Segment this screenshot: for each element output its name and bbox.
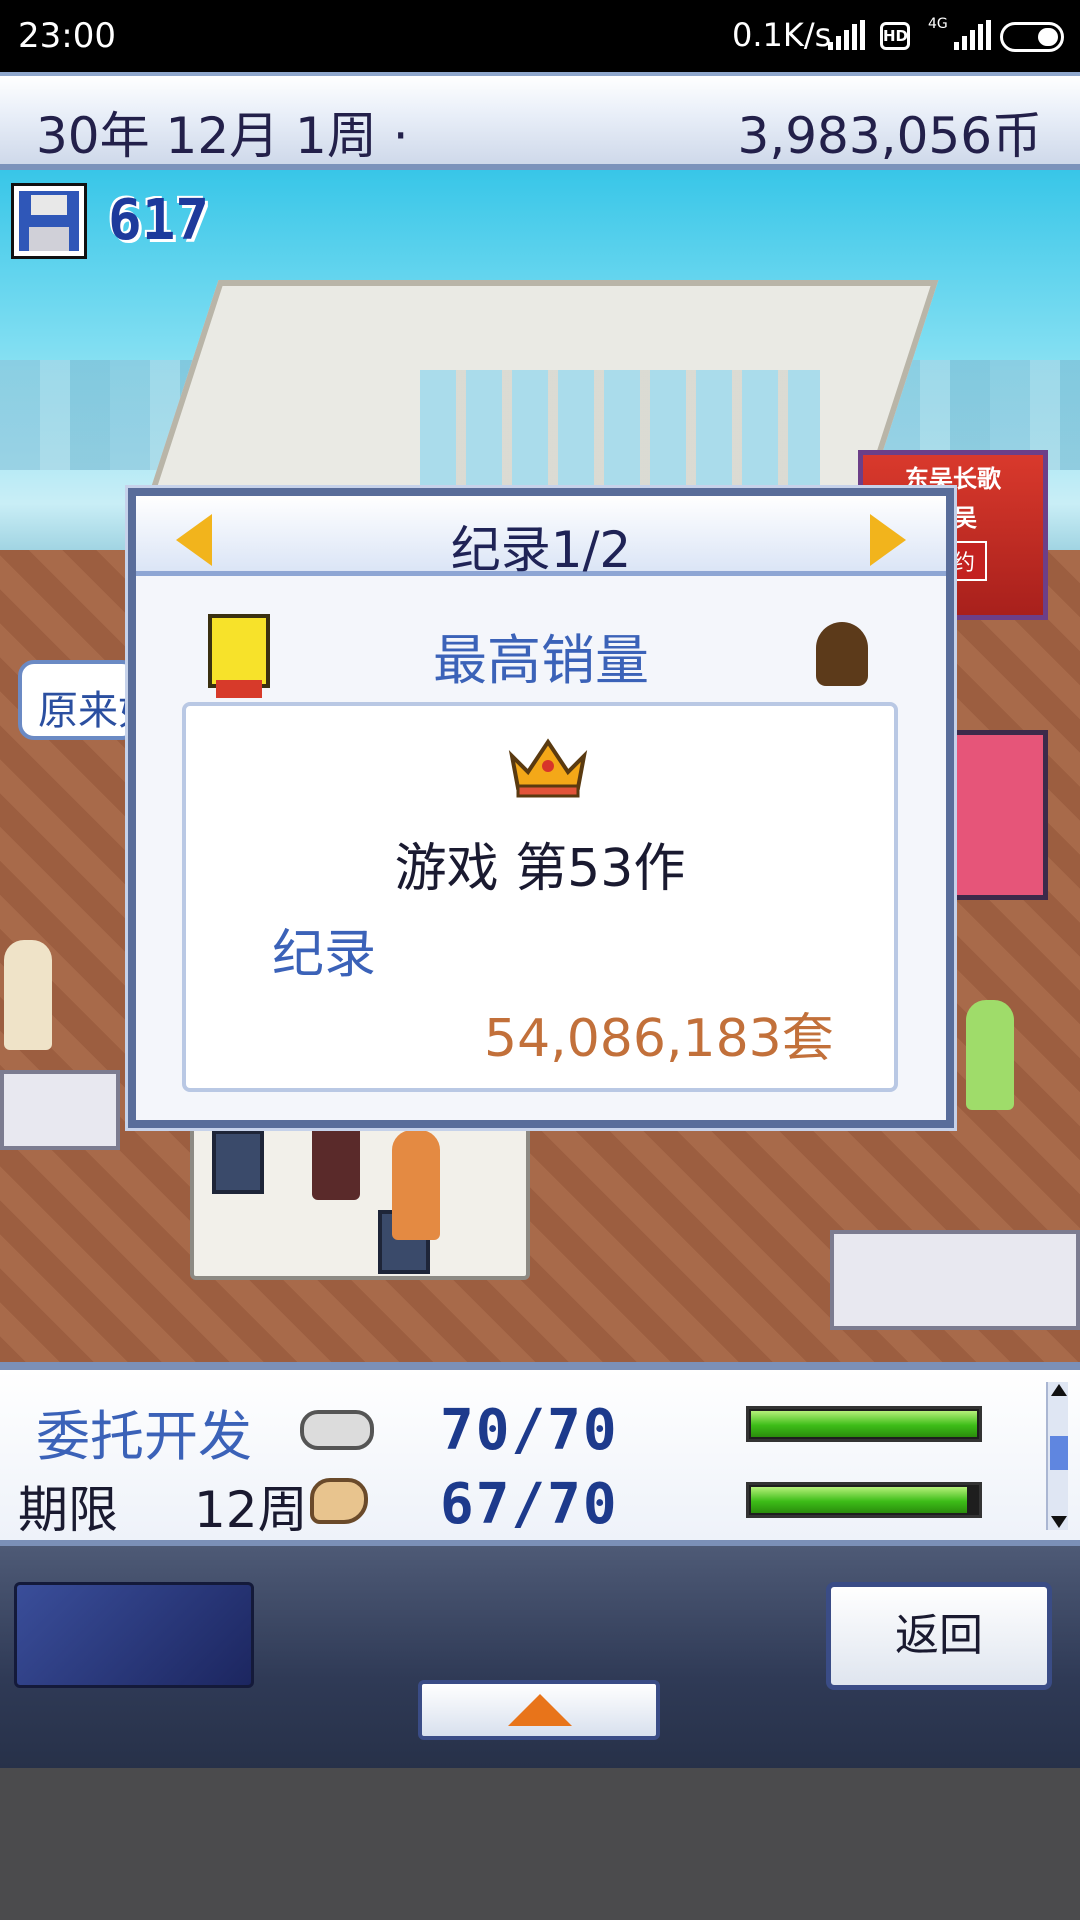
monitor [212, 1130, 264, 1194]
fun-progress-bar [746, 1406, 982, 1442]
record-card: 游戏 第53作 纪录 54,086,183套 [182, 702, 898, 1092]
shelf [830, 1230, 1080, 1330]
clock: 23:00 [18, 16, 116, 56]
visitor-character[interactable] [4, 940, 52, 1050]
game-name: 游戏 第53作 [394, 839, 686, 899]
record-value: 54,086,183套 [484, 1009, 834, 1069]
speech-bubble: 原来如 [18, 660, 138, 740]
money-counter: 3,983,056币 [737, 107, 1042, 165]
dialog-title-bar: 纪录1/2 [136, 496, 946, 579]
wall-poster [948, 730, 1048, 900]
project-name: 委托开发 [36, 1405, 252, 1468]
staff-character[interactable] [392, 1130, 440, 1240]
status-bar: 23:00 0.1K/s HD 4G [0, 0, 1080, 72]
save-count: 617 [108, 188, 210, 253]
hd-badge: HD [880, 22, 910, 50]
dialog-title: 纪录1/2 [450, 521, 632, 579]
bottom-controls: 返回 [0, 1546, 1080, 1768]
network-speed: 0.1K/s [732, 16, 832, 54]
record-label: 纪录 [272, 925, 377, 985]
game-date: 30年 12月 1周 · [36, 107, 409, 165]
graphics-progress-fill [751, 1487, 968, 1513]
fun-progress-fill [751, 1411, 977, 1437]
scroll-down-icon[interactable] [1051, 1516, 1067, 1528]
record-dialog: 纪录1/2 最高销量 游戏 第53作 纪录 54,086,183套 [125, 485, 957, 1131]
deadline-label: 期限 [18, 1481, 118, 1539]
monkey-character-icon [816, 622, 868, 686]
project-panel[interactable]: 委托开发 期限 12周 70/70 67/70 [0, 1362, 1080, 1546]
expand-up-button[interactable] [418, 1680, 660, 1740]
network-type: 4G [928, 16, 948, 32]
visitor-character[interactable] [966, 1000, 1014, 1110]
save-disk-icon [11, 183, 87, 259]
paint-palette-icon [310, 1478, 368, 1524]
back-button[interactable]: 返回 [826, 1582, 1052, 1690]
scroll-thumb[interactable] [1050, 1436, 1068, 1470]
crown-icon [508, 738, 588, 798]
scroll-up-icon[interactable] [1051, 1384, 1067, 1396]
menu-button[interactable] [14, 1582, 254, 1688]
next-arrow-icon[interactable] [870, 514, 906, 566]
date-money-bar: 30年 12月 1周 · 3,983,056币 [0, 72, 1080, 170]
graphics-progress-bar [746, 1482, 982, 1518]
deadline-value: 12周 [194, 1481, 308, 1539]
wifi-signal-icon [828, 20, 865, 50]
up-arrow-icon [508, 1694, 572, 1726]
building-windows [420, 370, 820, 490]
panel-scrollbar[interactable] [1046, 1382, 1068, 1530]
graphics-stat: 67/70 [440, 1472, 619, 1537]
cell-signal-icon [954, 20, 991, 50]
shelf [0, 1070, 120, 1150]
battery-icon [1000, 22, 1064, 52]
gamepad-icon [300, 1410, 374, 1450]
fun-stat: 70/70 [440, 1398, 619, 1463]
nav-area [0, 1768, 1080, 1920]
